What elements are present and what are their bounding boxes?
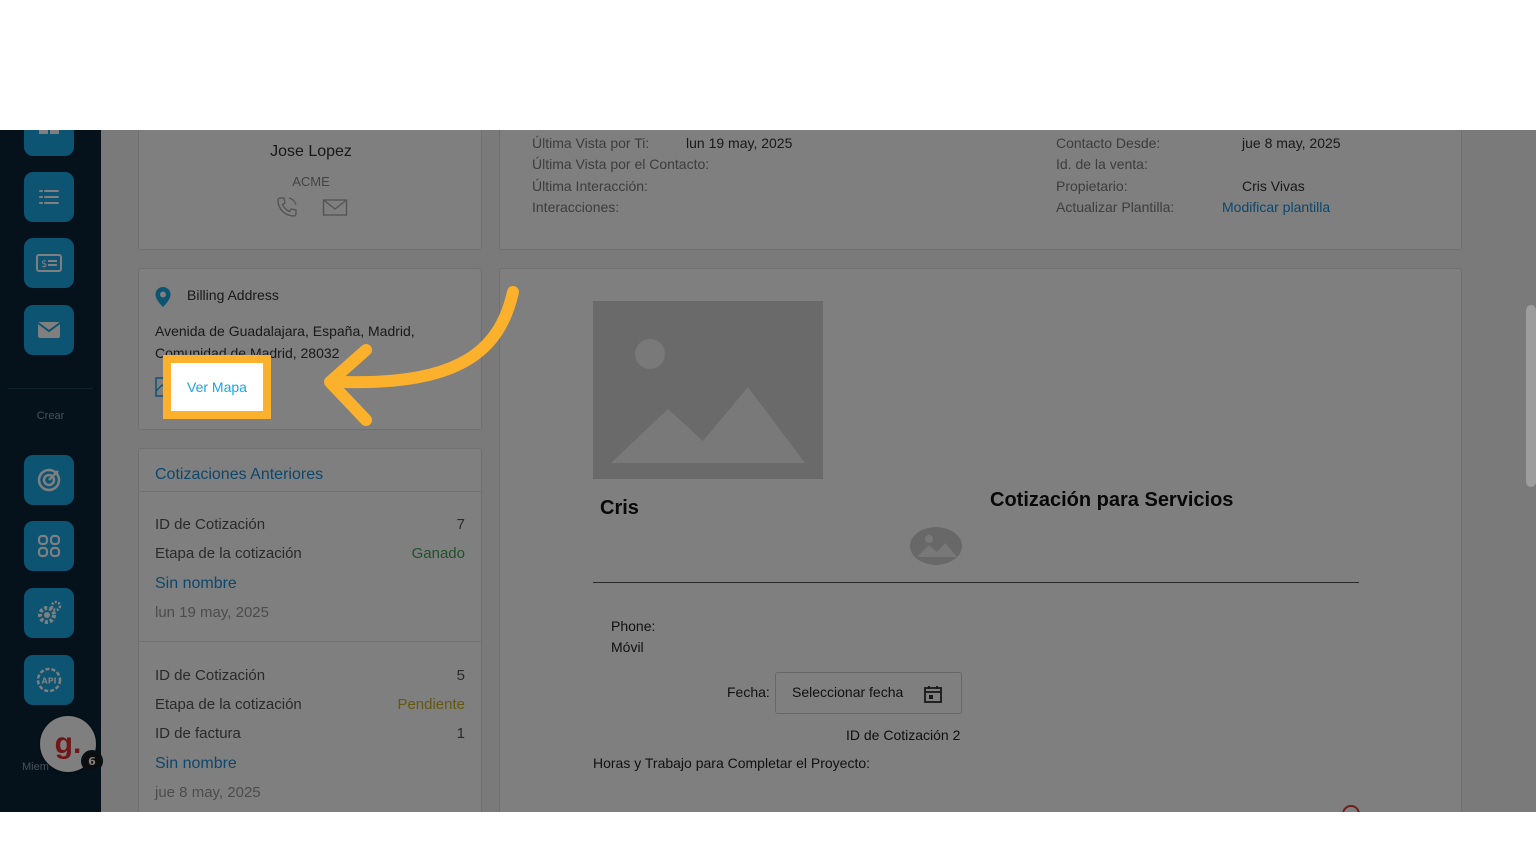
scrollbar-thumb[interactable] [1526,305,1536,487]
contact-card: Jose Lopez ACME [138,130,482,250]
quote-number-text: ID de Cotización [846,727,949,743]
contact-company: ACME [292,174,330,189]
svg-text:API: API [42,677,57,686]
view-map-link[interactable]: Ver Mapa [187,379,247,395]
interactions-label: Interacciones: [532,199,620,215]
document-separator [593,582,1359,583]
sidebar-dashboard-button[interactable] [24,130,74,156]
previous-quotes-title: Cotizaciones Anteriores [155,466,324,483]
notification-badge: 6 [81,750,103,772]
billing-address-title: Billing Address [187,287,279,303]
quote-stage-label: Etapa de la cotización [155,545,302,562]
avatar-letter: g. [54,727,82,760]
last-viewed-label: Última Vista por Ti: [532,135,650,151]
quote-number-label: ID de Cotización 2 [846,727,960,743]
owner-value: Cris Vivas [1242,178,1305,194]
target-icon [37,468,61,492]
quote-id-label: ID de Cotización [155,516,266,533]
document-company-name: Cris [600,497,639,519]
ver-mapa-highlight: Ver Mapa [163,355,271,419]
last-interaction-label: Última Interacción: [532,178,648,194]
quote-id-label: ID de Cotización [155,667,266,684]
sidebar-target-button[interactable] [24,455,74,505]
last-viewed-value: lun 19 may, 2025 [686,135,793,151]
sidebar-create-label: Crear [36,410,65,422]
sidebar-settings-button[interactable] [24,588,74,638]
quote-id-value: 7 [456,516,465,533]
envelope-icon[interactable] [322,198,348,218]
mobile-label: Móvil [611,639,644,655]
owner-label: Propietario: [1056,178,1128,194]
quote-stage-status: Ganado [411,545,465,562]
contact-info-card: Última Vista por Ti: lun 19 may, 2025 Úl… [499,130,1462,250]
quote-number-value: 2 [952,727,961,743]
sidebar-list-button[interactable] [24,172,74,222]
date-picker-placeholder: Seleccionar fecha [792,684,904,700]
dashboard-icon [39,130,59,134]
quote-date: jue 8 may, 2025 [155,784,261,801]
contact-since-label: Contacto Desde: [1056,135,1161,151]
sidebar-mail-button[interactable] [24,305,74,355]
phone-label: Phone: [611,618,656,634]
mail-icon [37,322,61,338]
last-viewed-contact-label: Última Vista por el Contacto: [532,156,710,172]
app-window: $ Crear API Miem g. 6 Jose Lopez ACME Úl… [0,130,1536,812]
gear-icon [38,600,62,624]
invoice-id-label: ID de factura [155,725,241,742]
sidebar-divider [8,388,93,389]
photo-icon[interactable] [909,525,963,567]
divider [139,491,483,492]
required-indicator-icon [1342,805,1360,812]
divider [139,641,483,642]
list-icon [39,190,59,204]
date-picker-field[interactable]: Seleccionar fecha [775,672,962,714]
phone-icon[interactable] [275,195,299,219]
previous-quotes-card: Cotizaciones Anteriores ID de Cotización… [138,448,483,812]
quote-stage-label: Etapa de la cotización [155,696,302,713]
sidebar: $ Crear API Miem g. 6 [0,130,103,812]
highlight-box: Ver Mapa [163,355,271,419]
quote-date: lun 19 may, 2025 [155,604,269,621]
image-icon [611,339,805,463]
billing-address-line1: Avenida de Guadalajara, España, Madrid, [155,323,415,339]
api-icon: API [36,667,62,693]
sale-id-label: Id. de la venta: [1056,156,1148,172]
logo-image-placeholder[interactable] [593,301,823,479]
date-label: Fecha: [727,684,770,700]
sidebar-members-label: Miem [22,761,49,773]
quote-stage-status: Pendiente [397,696,465,713]
sidebar-api-button[interactable]: API [24,655,74,705]
contact-since-value: jue 8 may, 2025 [1242,135,1341,151]
svg-text:$: $ [41,259,47,270]
quote-document-card: Cris Cotización para Servicios Phone: Mó… [499,268,1462,812]
document-title: Cotización para Servicios [990,489,1234,511]
location-pin-icon [155,287,171,307]
calendar-icon[interactable] [923,684,943,704]
invoice-id-value: 1 [456,725,465,742]
quote-id-value: 5 [456,667,465,684]
update-template-label: Actualizar Plantilla: [1056,199,1175,215]
sidebar-invoice-button[interactable]: $ [24,238,74,288]
quote-name-link[interactable]: Sin nombre [155,755,237,773]
modify-template-link[interactable]: Modificar plantilla [1222,199,1330,215]
project-hours-label: Horas y Trabajo para Completar el Proyec… [593,755,871,771]
apps-grid-icon [37,534,61,558]
quote-name-link[interactable]: Sin nombre [155,575,237,593]
invoice-icon: $ [36,254,62,272]
contact-name: Jose Lopez [270,143,352,160]
sidebar-apps-button[interactable] [24,521,74,571]
